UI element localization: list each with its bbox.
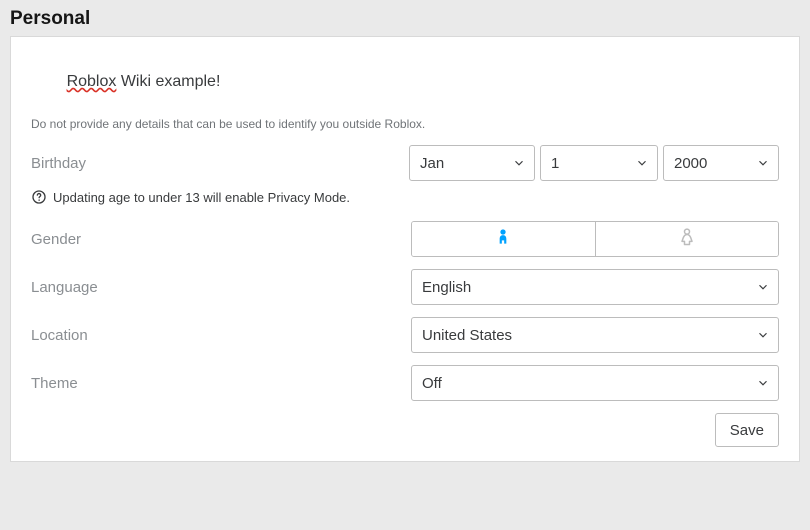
birthday-year-select[interactable]: 2000 bbox=[663, 145, 779, 181]
language-label: Language bbox=[31, 279, 411, 296]
chevron-down-icon bbox=[756, 280, 770, 294]
birthday-privacy-note: Updating age to under 13 will enable Pri… bbox=[53, 190, 350, 205]
help-icon[interactable] bbox=[31, 189, 47, 205]
personal-card: Roblox Wiki example! Do not provide any … bbox=[10, 36, 800, 462]
location-label: Location bbox=[31, 327, 411, 344]
chevron-down-icon bbox=[756, 328, 770, 342]
birthday-month-value: Jan bbox=[420, 155, 444, 172]
about-helper-text: Do not provide any details that can be u… bbox=[31, 117, 779, 131]
about-word-roblox: Roblox bbox=[67, 73, 117, 90]
language-value: English bbox=[422, 279, 471, 296]
birthday-month-select[interactable]: Jan bbox=[409, 145, 535, 181]
chevron-down-icon bbox=[756, 156, 770, 170]
chevron-down-icon bbox=[756, 376, 770, 390]
gender-select-group bbox=[411, 221, 779, 257]
gender-female-button[interactable] bbox=[596, 222, 779, 256]
location-value: United States bbox=[422, 327, 512, 344]
birthday-day-select[interactable]: 1 bbox=[540, 145, 658, 181]
save-button[interactable]: Save bbox=[715, 413, 779, 447]
section-title: Personal bbox=[10, 8, 800, 30]
birthday-label: Birthday bbox=[31, 155, 409, 172]
gender-male-button[interactable] bbox=[412, 222, 596, 256]
language-select[interactable]: English bbox=[411, 269, 779, 305]
about-textarea[interactable]: Roblox Wiki example! bbox=[31, 55, 779, 109]
theme-value: Off bbox=[422, 375, 442, 392]
birthday-year-value: 2000 bbox=[674, 155, 707, 172]
female-icon bbox=[677, 227, 697, 252]
birthday-day-value: 1 bbox=[551, 155, 559, 172]
male-icon bbox=[493, 227, 513, 252]
location-select[interactable]: United States bbox=[411, 317, 779, 353]
theme-label: Theme bbox=[31, 375, 411, 392]
chevron-down-icon bbox=[635, 156, 649, 170]
theme-select[interactable]: Off bbox=[411, 365, 779, 401]
gender-label: Gender bbox=[31, 231, 411, 248]
chevron-down-icon bbox=[512, 156, 526, 170]
